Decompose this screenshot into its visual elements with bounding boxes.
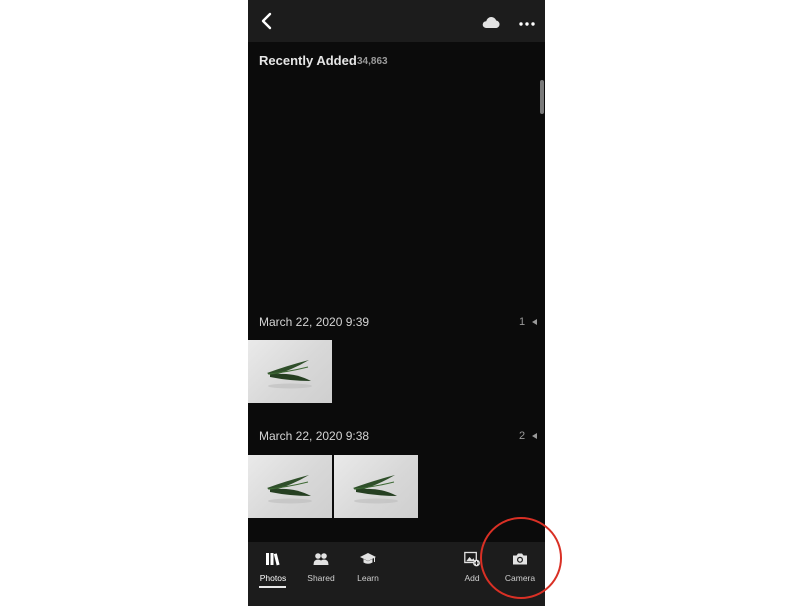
tab-shared-label: Shared bbox=[307, 573, 335, 583]
photo-thumbnail[interactable] bbox=[334, 455, 418, 518]
bottom-tab-bar: Photos Shared Learn Add Camera bbox=[248, 542, 545, 606]
chevron-left-icon[interactable] bbox=[258, 12, 276, 30]
tab-photos-label: Photos bbox=[259, 573, 287, 583]
album-photo-count: 34,863 bbox=[357, 56, 388, 67]
tab-add[interactable]: Add bbox=[453, 542, 491, 594]
tab-add-label: Add bbox=[464, 573, 480, 583]
tab-camera-label: Camera bbox=[504, 573, 536, 583]
section-collapse-arrow-icon[interactable] bbox=[532, 319, 537, 325]
photo-thumbnail[interactable] bbox=[248, 340, 332, 403]
section-collapse-arrow-icon[interactable] bbox=[532, 433, 537, 439]
photo-thumbnail[interactable] bbox=[248, 455, 332, 518]
camera-icon bbox=[513, 553, 527, 565]
add-photo-icon bbox=[464, 551, 480, 567]
graduation-cap-icon bbox=[360, 553, 376, 564]
active-tab-indicator bbox=[259, 586, 286, 588]
album-title: Recently Added bbox=[259, 53, 357, 68]
tab-camera[interactable]: Camera bbox=[500, 542, 540, 594]
library-books-icon bbox=[266, 553, 280, 566]
tab-photos[interactable]: Photos bbox=[254, 542, 292, 594]
section-date: March 22, 2020 9:39 bbox=[259, 315, 370, 329]
cloud-icon[interactable] bbox=[481, 15, 501, 29]
scrollbar-thumb[interactable] bbox=[540, 80, 544, 114]
section-count: 2 bbox=[519, 430, 526, 442]
tab-shared[interactable]: Shared bbox=[302, 542, 340, 594]
tab-learn[interactable]: Learn bbox=[349, 542, 387, 594]
section-date: March 22, 2020 9:38 bbox=[259, 429, 370, 443]
people-icon bbox=[313, 553, 329, 565]
section-count: 1 bbox=[519, 316, 526, 328]
phone-screen: Recently Added 34,863 March 22, 2020 9:3… bbox=[248, 0, 545, 606]
top-bar bbox=[248, 0, 545, 42]
more-horizontal-icon[interactable] bbox=[518, 14, 536, 32]
tab-learn-label: Learn bbox=[357, 573, 379, 583]
